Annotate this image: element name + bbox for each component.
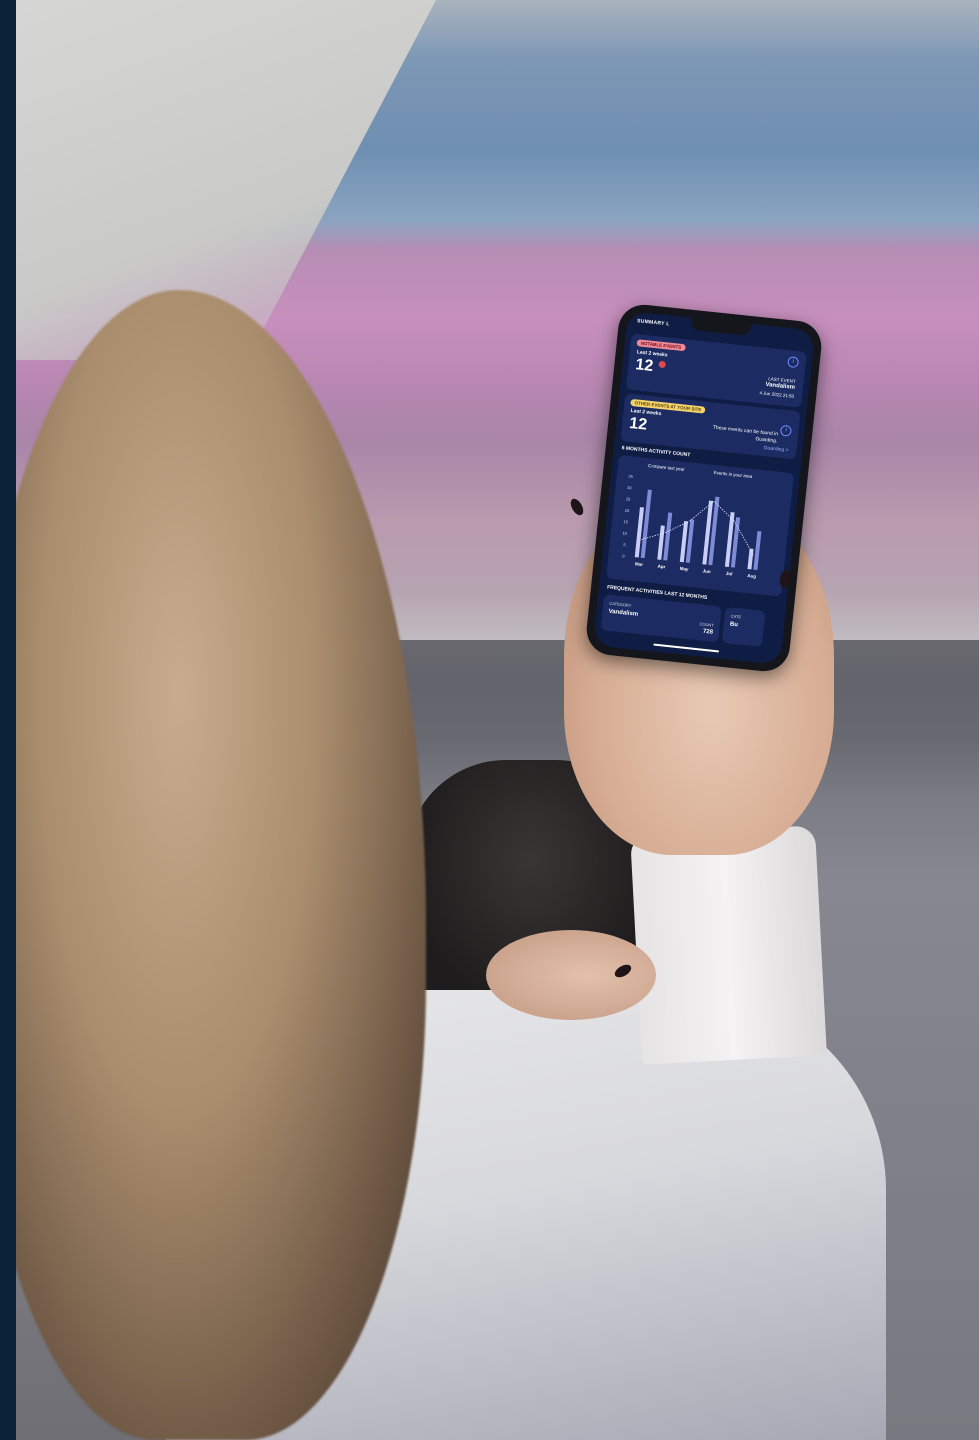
frequent-activity-card-2[interactable]: CATE Bu xyxy=(721,606,766,647)
y-tick-label: 5 xyxy=(623,542,627,547)
x-tick-label: May xyxy=(679,566,689,572)
activity-chart-card: Compare last year Events in your area 35… xyxy=(606,454,795,597)
count-value: 728 xyxy=(702,628,714,636)
last-event-time: 4 Jun 2022 21:50 xyxy=(759,390,795,399)
phone-notch xyxy=(690,317,752,336)
y-tick-label: 10 xyxy=(622,530,628,536)
notable-count: 12 xyxy=(634,356,655,375)
shirt-cuff xyxy=(630,825,827,1065)
guarding-link[interactable]: Guarding > xyxy=(763,445,788,454)
frequent-activity-card[interactable]: CATEGORY Vandalism COUNT 728 xyxy=(600,594,722,643)
x-tick-label: Apr xyxy=(657,564,665,570)
y-tick-label: 25 xyxy=(626,496,632,502)
home-indicator[interactable] xyxy=(653,643,720,653)
legend-compare: Compare last year xyxy=(647,463,685,472)
activity-chart: 35 30 25 20 15 10 5 0 Mar Apr May Jun Jul Aug xyxy=(622,474,762,579)
chart-bar xyxy=(753,530,762,571)
category-value: Bu xyxy=(729,621,739,629)
x-tick-label: Aug xyxy=(747,573,756,579)
chart-bar xyxy=(663,512,673,561)
category-label: CATEGORY xyxy=(609,600,632,609)
x-tick-label: Mar xyxy=(635,561,644,567)
category-value: Vandalism xyxy=(608,608,639,618)
legend-events: Events in your area xyxy=(713,469,753,479)
alert-dot-icon xyxy=(658,360,667,369)
smartphone: SUMMARY L NOTABLE EVENTS Last 2 weeks 12… xyxy=(584,302,824,674)
chart-bar xyxy=(657,525,665,560)
category-label: CATE xyxy=(730,613,742,620)
info-icon[interactable]: i xyxy=(787,356,800,369)
summary-title: SUMMARY L xyxy=(636,318,670,328)
y-tick-label: 30 xyxy=(627,485,633,491)
y-tick-label: 0 xyxy=(622,553,626,558)
other-note: These events can be found in Guarding. xyxy=(712,424,779,444)
phone-screen: SUMMARY L NOTABLE EVENTS Last 2 weeks 12… xyxy=(592,311,816,665)
chart-bar xyxy=(640,489,652,559)
info-icon[interactable]: i xyxy=(779,424,792,437)
count-label: COUNT xyxy=(699,621,714,628)
chart-bar xyxy=(747,548,754,570)
photo-scene: SUMMARY L NOTABLE EVENTS Last 2 weeks 12… xyxy=(16,0,979,1440)
other-count: 12 xyxy=(628,414,648,434)
resting-hand xyxy=(486,930,656,1020)
y-tick-label: 35 xyxy=(628,474,634,480)
left-border xyxy=(0,0,16,1440)
y-tick-label: 15 xyxy=(623,519,629,525)
fingernail xyxy=(568,496,586,518)
x-tick-label: Jun xyxy=(702,568,711,574)
y-tick-label: 20 xyxy=(625,508,631,514)
person-hair xyxy=(16,290,426,1440)
x-tick-label: Jul xyxy=(726,571,733,577)
